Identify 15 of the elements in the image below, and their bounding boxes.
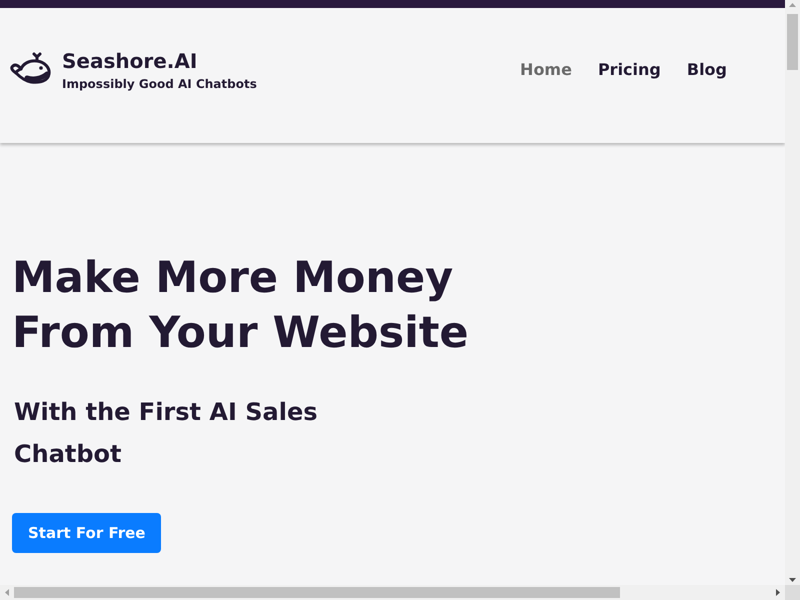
headline: Make More Money [12, 252, 454, 305]
horizontal-scrollbar[interactable] [0, 585, 785, 600]
brand-name: Seashore.AI [62, 48, 198, 72]
scrollbar-thumb[interactable] [14, 587, 620, 598]
tagline: Impossibly Good AI Chatbots [62, 76, 257, 90]
nav-link[interactable]: Pricing [598, 60, 661, 79]
headline: From Your Website [12, 307, 469, 360]
scrollbar-corner [785, 585, 800, 600]
subheadline: Chatbot [14, 439, 122, 470]
nav-link[interactable]: Blog [686, 60, 727, 79]
start-button[interactable]: Start For Free [12, 513, 162, 553]
vertical-scrollbar[interactable] [785, 0, 800, 585]
scrollbar-thumb[interactable] [787, 14, 798, 70]
subheadline: With the First AI Sales [14, 397, 318, 428]
nav-link[interactable]: Home [520, 60, 572, 79]
